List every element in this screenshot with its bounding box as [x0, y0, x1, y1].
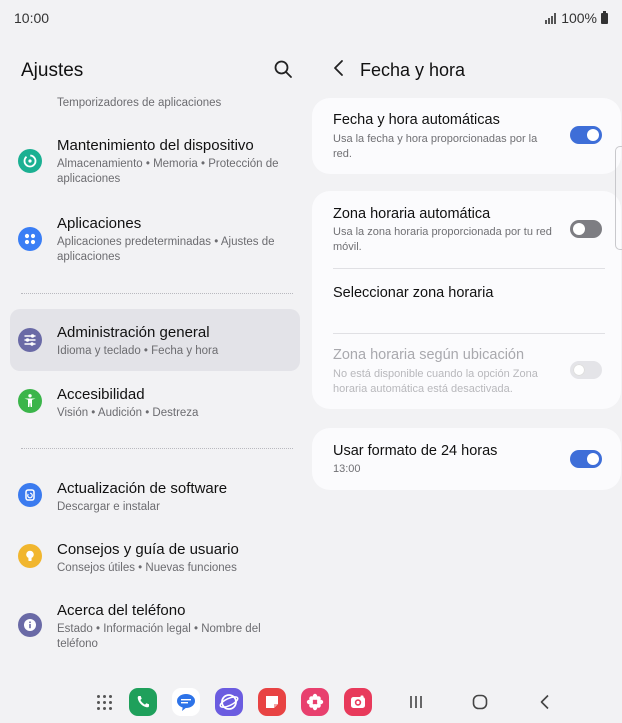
battery-percent: 100% [561, 10, 597, 26]
sidebar-item-tips[interactable]: Consejos y guía de usuario Consejos útil… [10, 531, 300, 581]
accessibility-icon [18, 389, 42, 413]
section-divider [21, 293, 293, 294]
format24-row[interactable]: Usar formato de 24 horas 13:00 [312, 428, 621, 490]
row-title: Fecha y hora automáticas [333, 112, 500, 128]
camera-app-icon[interactable] [344, 688, 372, 716]
row-title: Zona horaria automática [333, 206, 491, 222]
navigation-bar [0, 683, 622, 723]
status-indicators: 100% [545, 10, 608, 26]
sidebar-item-accessibility[interactable]: Accesibilidad Visión • Audición • Destre… [10, 376, 300, 426]
phone-app-icon[interactable] [129, 688, 157, 716]
back-button[interactable] [534, 691, 556, 713]
edge-panel-handle[interactable] [615, 146, 622, 250]
internet-app-icon[interactable] [215, 688, 243, 716]
sidebar-item-subtitle: Descargar e instalar [57, 501, 160, 513]
auto-timezone-toggle[interactable] [570, 220, 602, 238]
sidebar-item-about-phone[interactable]: Acerca del teléfono Estado • Información… [10, 592, 300, 658]
sidebar-item-label: Consejos y guía de usuario [57, 541, 239, 558]
format24-toggle[interactable] [570, 450, 602, 468]
app-drawer-icon[interactable] [97, 695, 113, 711]
previous-item-subtitle: Temporizadores de aplicaciones [57, 97, 222, 109]
sidebar-item-subtitle: Idioma y teclado • Fecha y hora [57, 345, 219, 357]
page-title: Ajustes [21, 60, 84, 81]
row-subtitle: No está disponible cuando la opción Zona… [333, 368, 538, 395]
home-button[interactable] [469, 691, 491, 713]
status-bar: 10:00 100% [0, 0, 622, 36]
device-care-icon [18, 149, 42, 173]
sidebar-item-subtitle: Almacenamiento • Memoria • Protección de… [57, 158, 279, 185]
row-title: Seleccionar zona horaria [333, 285, 494, 301]
search-icon[interactable] [272, 58, 294, 80]
apps-icon [18, 227, 42, 251]
sidebar-item-label: Mantenimiento del dispositivo [57, 137, 254, 154]
section-divider [21, 448, 293, 449]
sidebar-item-subtitle: Visión • Audición • Destreza [57, 407, 199, 419]
sidebar-item-subtitle: Consejos útiles • Nuevas funciones [57, 562, 237, 574]
sidebar-item-apps[interactable]: Aplicaciones Aplicaciones predeterminada… [10, 206, 300, 272]
page-title: Fecha y hora [360, 60, 466, 80]
settings-list-pane: Ajustes Temporizadores de aplicaciones M… [0, 36, 311, 676]
auto-timezone-row[interactable]: Zona horaria automática Usa la zona hora… [312, 191, 621, 267]
sidebar-item-label: Actualización de software [57, 480, 228, 497]
date-time-pane: Fecha y hora Fecha y hora automáticas Us… [311, 36, 622, 676]
location-timezone-row: Zona horaria según ubicación No está dis… [312, 334, 621, 409]
status-time: 10:00 [14, 10, 50, 26]
sidebar-item-software-update[interactable]: Actualización de software Descargar e in… [10, 470, 300, 520]
signal-icon [545, 12, 557, 24]
sliders-icon [18, 328, 42, 352]
software-update-icon [18, 483, 42, 507]
sidebar-item-subtitle: Aplicaciones predeterminadas • Ajustes d… [57, 236, 275, 263]
sidebar-item-label: Acerca del teléfono [57, 602, 186, 619]
battery-icon [601, 10, 608, 24]
select-timezone-row[interactable]: Seleccionar zona horaria [312, 269, 621, 333]
row-title: Zona horaria según ubicación [333, 347, 525, 363]
auto-datetime-card: Fecha y hora automáticas Usa la fecha y … [312, 98, 621, 174]
back-icon[interactable] [329, 58, 349, 78]
sidebar-item-label: Aplicaciones [57, 215, 142, 232]
info-icon [18, 613, 42, 637]
lightbulb-icon [18, 544, 42, 568]
row-title: Usar formato de 24 horas [333, 443, 498, 459]
sidebar-item-label: Administración general [57, 324, 210, 341]
format24-card: Usar formato de 24 horas 13:00 [312, 428, 621, 490]
gallery-app-icon[interactable] [301, 688, 329, 716]
timezone-card: Zona horaria automática Usa la zona hora… [312, 191, 621, 409]
row-subtitle: Usa la zona horaria proporcionada por tu… [333, 226, 552, 253]
auto-datetime-toggle[interactable] [570, 126, 602, 144]
messages-app-icon[interactable] [172, 688, 200, 716]
notes-app-icon[interactable] [258, 688, 286, 716]
sidebar-item-label: Accesibilidad [57, 386, 145, 403]
sidebar-item-device-care[interactable]: Mantenimiento del dispositivo Almacenami… [10, 128, 300, 194]
row-subtitle: 13:00 [333, 463, 361, 475]
sidebar-item-general-management[interactable]: Administración general Idioma y teclado … [10, 309, 300, 371]
auto-datetime-row[interactable]: Fecha y hora automáticas Usa la fecha y … [312, 98, 621, 174]
sidebar-item-subtitle: Estado • Información legal • Nombre del … [57, 623, 261, 650]
recents-button[interactable] [405, 691, 427, 713]
location-timezone-toggle [570, 361, 602, 379]
row-subtitle: Usa la fecha y hora proporcionadas por l… [333, 133, 538, 160]
